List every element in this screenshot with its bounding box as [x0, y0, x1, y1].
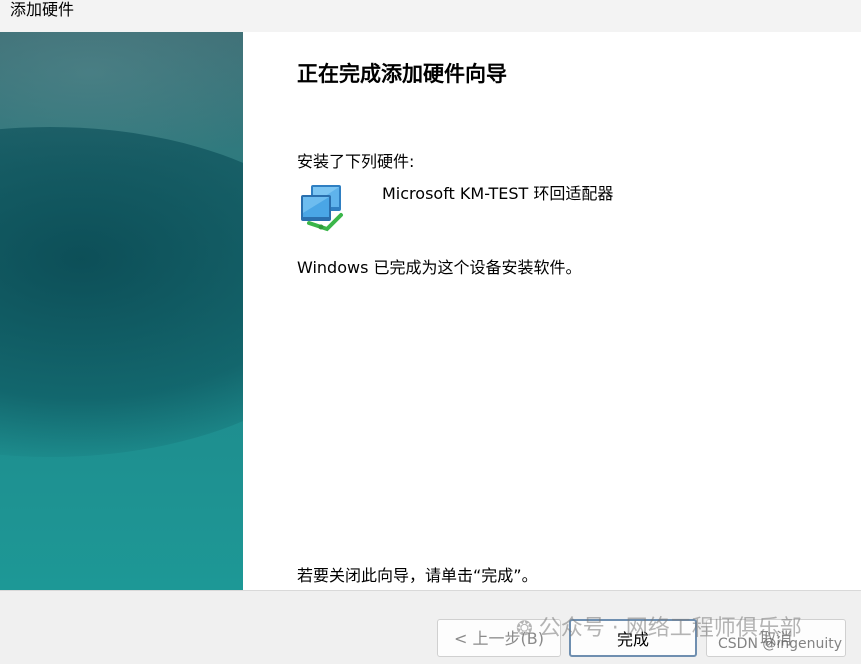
completion-message: Windows 已完成为这个设备安装软件。	[297, 258, 582, 277]
network-adapter-icon	[301, 185, 343, 232]
title-bar: 添加硬件	[0, 0, 861, 32]
wizard-side-banner	[0, 32, 243, 590]
window-title: 添加硬件	[10, 0, 75, 19]
hardware-name: Microsoft KM-TEST 环回适配器	[382, 184, 614, 203]
banner-shape	[0, 127, 243, 457]
csdn-watermark: CSDN @ingenuity	[718, 636, 843, 652]
wizard-content: 正在完成添加硬件向导 安装了下列硬件: Microsoft KM-TEST 环回…	[243, 32, 861, 590]
installed-hardware-label: 安装了下列硬件:	[297, 152, 415, 171]
close-hint: 若要关闭此向导，请单击“完成”。	[297, 566, 538, 585]
wechat-icon: ❂	[516, 616, 533, 640]
page-title: 正在完成添加硬件向导	[297, 62, 507, 86]
